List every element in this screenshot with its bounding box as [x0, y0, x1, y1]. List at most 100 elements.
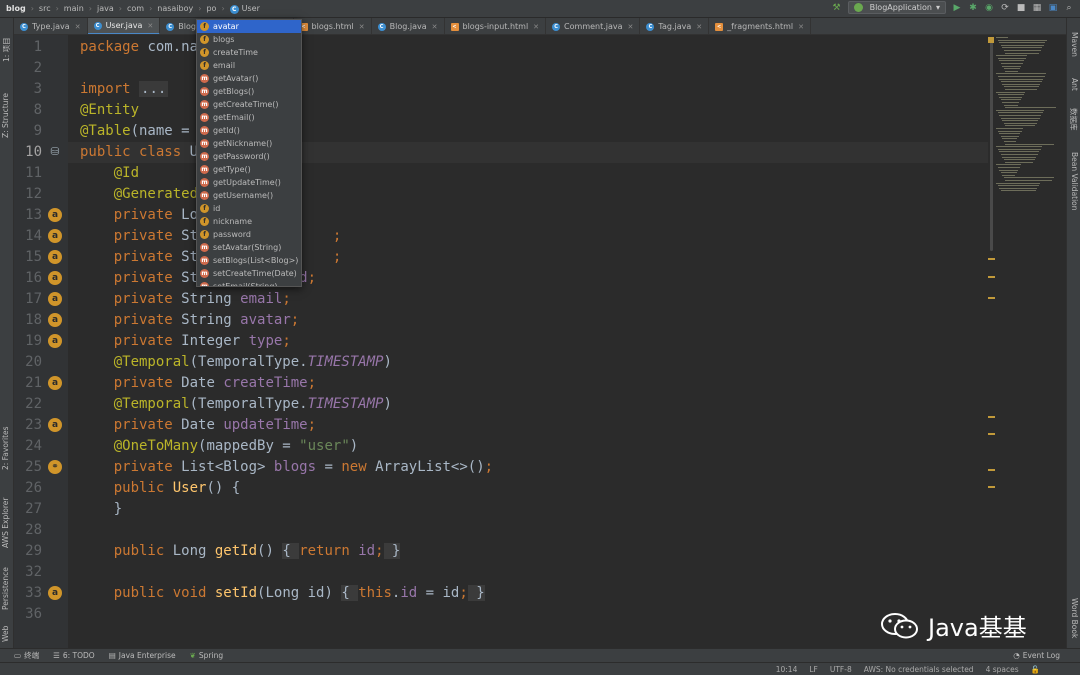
editor-tab[interactable]: C Tag.java ✕ [640, 18, 710, 34]
persistence-attribute-icon[interactable]: a [48, 292, 62, 306]
persistence-attribute-icon[interactable]: a [48, 334, 62, 348]
completion-item[interactable]: m getUsername() [197, 189, 301, 202]
search-icon[interactable]: ⌕ [1064, 3, 1074, 13]
warning-marker[interactable] [988, 416, 995, 418]
breadcrumb-item[interactable]: nasaiboy [157, 4, 193, 13]
persistence-attribute-icon[interactable]: a [48, 418, 62, 432]
completion-item[interactable]: f email [197, 59, 301, 72]
close-tab-icon[interactable]: ✕ [75, 23, 81, 31]
code-line[interactable]: private Date createTime; [68, 373, 988, 394]
completion-item[interactable]: m getBlogs() [197, 85, 301, 98]
run-icon[interactable]: ▶ [952, 3, 962, 13]
persistence-attribute-icon[interactable]: a [48, 250, 62, 264]
persistence-attribute-icon[interactable]: a [48, 586, 62, 600]
completion-item[interactable]: f password [197, 228, 301, 241]
database-tool-tab[interactable]: 数据库 [1068, 108, 1079, 131]
code-line[interactable]: private Date updateTime; [68, 415, 988, 436]
breadcrumb-item[interactable]: src [39, 4, 51, 13]
relation-icon[interactable]: ⚭ [48, 460, 62, 474]
close-tab-icon[interactable]: ✕ [628, 23, 634, 31]
completion-item[interactable]: m getType() [197, 163, 301, 176]
lock-icon[interactable]: 🔓 [1031, 665, 1040, 674]
warning-marker[interactable] [988, 258, 995, 260]
completion-item[interactable]: f blogs [197, 33, 301, 46]
warning-marker[interactable] [988, 297, 995, 299]
stop-icon[interactable]: ■ [1016, 3, 1026, 13]
code-line[interactable]: @OneToMany(mappedBy = "user") [68, 436, 988, 457]
close-tab-icon[interactable]: ✕ [359, 23, 365, 31]
run-configuration-select[interactable]: BlogApplication ▾ [847, 1, 946, 14]
completion-item[interactable]: m setBlogs(List<Blog>) [197, 254, 301, 267]
completion-item[interactable]: f createTime [197, 46, 301, 59]
breadcrumb-item[interactable]: C User [229, 4, 260, 14]
persistence-attribute-icon[interactable]: a [48, 313, 62, 327]
completion-item[interactable]: m getCreateTime() [197, 98, 301, 111]
close-tab-icon[interactable]: ✕ [147, 22, 153, 30]
code-line[interactable]: } [68, 499, 988, 520]
completion-item[interactable]: f avatar [197, 20, 301, 33]
code-line[interactable]: private List<Blog> blogs = new ArrayList… [68, 457, 988, 478]
indent-setting[interactable]: 4 spaces [986, 665, 1019, 674]
code-line[interactable]: public void setId(Long id) { this.id = i… [68, 583, 988, 604]
completion-item[interactable]: m getPassword() [197, 150, 301, 163]
debug-icon[interactable]: ✱ [968, 3, 978, 13]
event-log-tool-tab[interactable]: ◔ Event Log [1013, 651, 1060, 660]
editor-tab[interactable]: C Type.java ✕ [14, 18, 88, 34]
code-line[interactable] [68, 562, 988, 583]
editor-tab[interactable]: < blogs-input.html ✕ [445, 18, 547, 34]
project-tool-tab[interactable]: 1: 项目 [1, 37, 12, 62]
editor-tab[interactable]: C Comment.java ✕ [546, 18, 641, 34]
caret-position[interactable]: 10:14 [776, 665, 798, 674]
file-encoding[interactable]: UTF-8 [830, 665, 852, 674]
structure-tool-tab[interactable]: Z: Structure [1, 93, 10, 138]
profile-icon[interactable]: ⟳ [1000, 3, 1010, 13]
warning-marker[interactable] [988, 276, 995, 278]
editor-scrollbar[interactable] [990, 41, 993, 251]
breadcrumb-item[interactable]: java [97, 4, 114, 13]
web-tool-tab[interactable]: Web [1, 626, 10, 642]
persistence-tool-tab[interactable]: Persistence [1, 567, 10, 610]
code-line[interactable]: public User() { [68, 478, 988, 499]
warning-marker[interactable] [988, 469, 995, 471]
warning-marker[interactable] [988, 486, 995, 488]
persistence-attribute-icon[interactable]: a [48, 271, 62, 285]
editor-tab[interactable]: C Blog.java ✕ [372, 18, 445, 34]
close-tab-icon[interactable]: ✕ [432, 23, 438, 31]
maven-tool-tab[interactable]: Maven [1070, 32, 1079, 57]
database-icon[interactable]: ⛁ [48, 145, 62, 159]
project-structure-icon[interactable]: ▦ [1032, 3, 1042, 13]
completion-item[interactable]: m setEmail(String) [197, 280, 301, 286]
close-tab-icon[interactable]: ✕ [798, 23, 804, 31]
inspection-status-icon[interactable] [988, 37, 994, 43]
todo-tool-tab[interactable]: ☰ 6: TODO [53, 651, 95, 660]
completion-item[interactable]: f id [197, 202, 301, 215]
code-line[interactable] [68, 604, 988, 625]
completion-item[interactable]: m getEmail() [197, 111, 301, 124]
vcs-icon[interactable]: ▣ [1048, 3, 1058, 13]
close-tab-icon[interactable]: ✕ [696, 23, 702, 31]
completion-item[interactable]: m getId() [197, 124, 301, 137]
word-book-tool-tab[interactable]: Word Book [1070, 598, 1079, 638]
build-icon[interactable]: ⚒ [832, 3, 842, 13]
persistence-attribute-icon[interactable]: a [48, 208, 62, 222]
java-enterprise-tool-tab[interactable]: ▤ Java Enterprise [109, 651, 176, 660]
aws-credentials[interactable]: AWS: No credentials selected [864, 665, 974, 674]
persistence-attribute-icon[interactable]: a [48, 229, 62, 243]
terminal-tool-tab[interactable]: ▭ 终端 [14, 650, 39, 661]
code-line[interactable]: private Integer type; [68, 331, 988, 352]
code-line[interactable]: @Temporal(TemporalType.TIMESTAMP) [68, 352, 988, 373]
spring-tool-tab[interactable]: ❦ Spring [190, 651, 224, 660]
completion-item[interactable]: m setAvatar(String) [197, 241, 301, 254]
line-separator[interactable]: LF [809, 665, 818, 674]
editor-tab[interactable]: < blogs.html ✕ [294, 18, 372, 34]
breadcrumb-item[interactable]: com [127, 4, 144, 13]
editor-tab[interactable]: < _fragments.html ✕ [709, 18, 811, 34]
aws-explorer-tool-tab[interactable]: AWS Explorer [1, 497, 10, 548]
completion-item[interactable]: m getAvatar() [197, 72, 301, 85]
code-line[interactable]: @Temporal(TemporalType.TIMESTAMP) [68, 394, 988, 415]
code-line[interactable]: private String avatar; [68, 310, 988, 331]
close-tab-icon[interactable]: ✕ [533, 23, 539, 31]
persistence-attribute-icon[interactable]: a [48, 376, 62, 390]
breadcrumb-item[interactable]: po [206, 4, 216, 13]
code-line[interactable] [68, 520, 988, 541]
